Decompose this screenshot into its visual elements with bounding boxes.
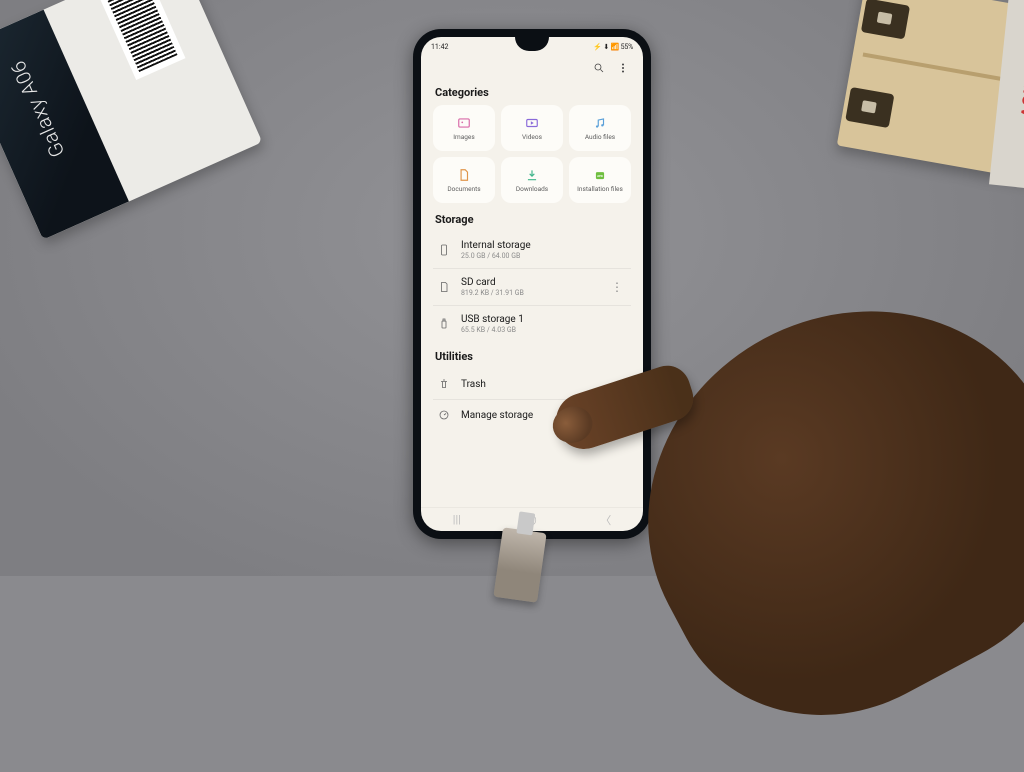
storage-internal[interactable]: Internal storage 25.0 GB / 64.00 GB	[433, 232, 631, 268]
barcode	[100, 0, 186, 80]
category-apk[interactable]: APK Installation files	[569, 157, 631, 203]
storage-sub: 819.2 KB / 31.91 GB	[461, 289, 597, 297]
category-label: Images	[453, 133, 474, 141]
image-icon	[457, 116, 471, 130]
utilities-heading: Utilities	[435, 350, 629, 363]
usb-adapter	[493, 527, 546, 602]
category-label: Audio files	[585, 133, 615, 141]
category-label: Videos	[522, 133, 542, 141]
audio-icon	[593, 116, 607, 130]
video-icon	[525, 116, 539, 130]
status-time: 11:42	[431, 43, 448, 51]
category-videos[interactable]: Videos	[501, 105, 563, 151]
status-indicators: ⚡ ⬇ 📶 55%	[593, 43, 633, 51]
category-documents[interactable]: Documents	[433, 157, 495, 203]
storage-name: SD card	[461, 277, 597, 288]
category-label: Downloads	[516, 185, 548, 193]
svg-text:APK: APK	[597, 173, 603, 177]
nav-recents-icon[interactable]: |||	[453, 513, 461, 526]
sdcard-icon	[437, 280, 451, 294]
apk-icon: APK	[593, 168, 607, 182]
crate-tape-label: AGILE	[1017, 68, 1024, 119]
trash-icon	[437, 377, 451, 391]
storage-list: Internal storage 25.0 GB / 64.00 GB SD c…	[433, 232, 631, 342]
document-icon	[457, 168, 471, 182]
category-images[interactable]: Images	[433, 105, 495, 151]
gauge-icon	[437, 408, 451, 422]
category-audio[interactable]: Audio files	[569, 105, 631, 151]
storage-heading: Storage	[435, 213, 629, 226]
product-box: Galaxy A06	[0, 0, 262, 240]
categories-grid: Images Videos Audio files	[433, 105, 631, 203]
download-icon	[525, 168, 539, 182]
content-area: Categories Images Videos	[421, 80, 643, 507]
category-label: Installation files	[577, 185, 623, 193]
categories-heading: Categories	[435, 86, 629, 99]
category-downloads[interactable]: Downloads	[501, 157, 563, 203]
category-label: Documents	[447, 185, 480, 193]
storage-sub: 25.0 GB / 64.00 GB	[461, 252, 627, 260]
sdcard-more-icon[interactable]: ⋮	[607, 280, 627, 294]
storage-name: USB storage 1	[461, 314, 627, 325]
storage-sdcard[interactable]: SD card 819.2 KB / 31.91 GB ⋮	[433, 268, 631, 305]
storage-name: Internal storage	[461, 240, 627, 251]
more-icon[interactable]	[617, 59, 629, 78]
phone-storage-icon	[437, 243, 451, 257]
phone-frame: 11:42 ⚡ ⬇ 📶 55% Categories Images	[413, 29, 651, 539]
nav-back-icon[interactable]: 〈	[600, 512, 611, 528]
action-bar	[421, 55, 643, 80]
usb-icon	[437, 317, 451, 331]
wooden-crate: AGILE	[837, 0, 1024, 180]
phone-screen: 11:42 ⚡ ⬇ 📶 55% Categories Images	[421, 37, 643, 531]
storage-usb[interactable]: USB storage 1 65.5 KB / 4.03 GB	[433, 305, 631, 342]
storage-sub: 65.5 KB / 4.03 GB	[461, 326, 627, 334]
search-icon[interactable]	[593, 59, 605, 78]
